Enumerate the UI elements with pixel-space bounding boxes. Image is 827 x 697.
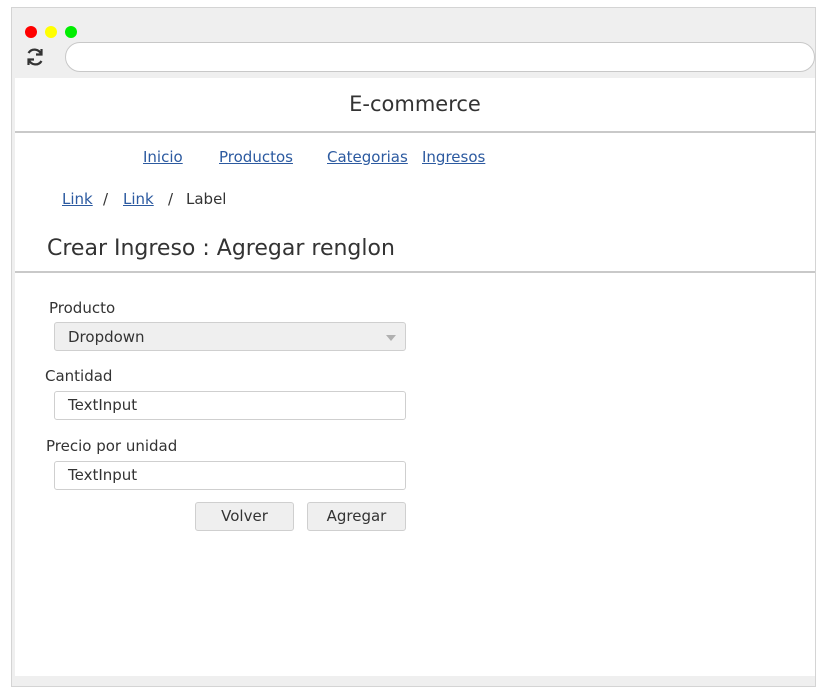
close-window-button[interactable] [25, 26, 37, 38]
volver-button[interactable]: Volver [195, 502, 294, 531]
breadcrumb-separator: / [103, 190, 109, 208]
breadcrumb-link-2[interactable]: Link [123, 190, 154, 208]
cantidad-label: Cantidad [45, 367, 113, 385]
nav-link-inicio[interactable]: Inicio [143, 148, 183, 166]
producto-label: Producto [49, 299, 116, 317]
producto-dropdown-value: Dropdown [68, 328, 145, 346]
precio-label: Precio por unidad [46, 437, 178, 455]
site-title: E-commerce [349, 92, 481, 116]
breadcrumb-link-1[interactable]: Link [62, 190, 93, 208]
chevron-down-icon [386, 335, 396, 341]
page-viewport: E-commerce Inicio Productos Categorias I… [15, 78, 815, 676]
cantidad-input[interactable]: TextInput [54, 391, 406, 420]
title-divider [15, 271, 815, 273]
minimize-window-button[interactable] [45, 26, 57, 38]
breadcrumb-separator: / [168, 190, 174, 208]
breadcrumb-current: Label [186, 190, 227, 208]
precio-input[interactable]: TextInput [54, 461, 406, 490]
page-title: Crear Ingreso : Agregar renglon [47, 236, 395, 261]
header-divider [15, 131, 815, 133]
nav-link-productos[interactable]: Productos [219, 148, 293, 166]
maximize-window-button[interactable] [65, 26, 77, 38]
nav-link-ingresos[interactable]: Ingresos [422, 148, 485, 166]
nav-link-categorias[interactable]: Categorias [327, 148, 408, 166]
reload-icon[interactable] [24, 46, 46, 68]
address-bar[interactable] [65, 42, 815, 72]
agregar-button[interactable]: Agregar [307, 502, 406, 531]
producto-dropdown[interactable]: Dropdown [54, 322, 406, 351]
